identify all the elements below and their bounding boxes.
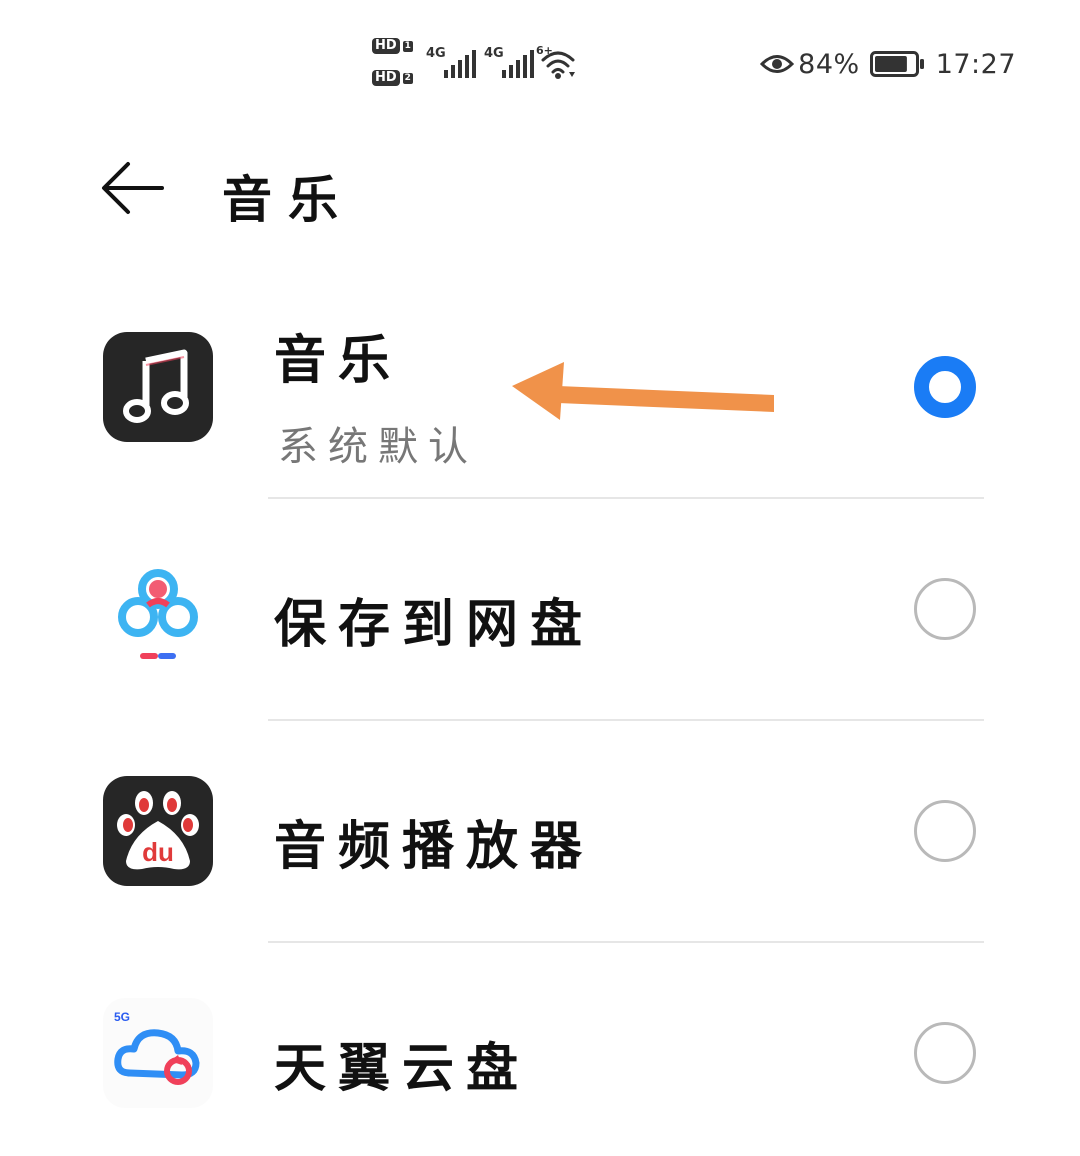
app-name: 音乐 — [274, 330, 403, 391]
app-option-tianyi-cloud[interactable]: 5G 天翼云盘 — [0, 942, 1080, 1156]
hd-badge-sim2: HD 2 — [372, 70, 413, 86]
status-right-group: 84% 17:27 — [760, 44, 1016, 84]
radio-unselected[interactable] — [914, 578, 976, 640]
app-chooser-screen: HD 1 HD 2 4G 4G 6+ 84% 17:27 音乐 音乐 系统默认 … — [0, 0, 1080, 1156]
clock: 17:27 — [935, 48, 1016, 80]
signal-icon-2 — [502, 50, 534, 78]
app-name: 天翼云盘 — [274, 1038, 531, 1099]
page-title: 音乐 — [222, 170, 354, 229]
signal-cluster: HD 1 HD 2 4G 4G 6+ — [372, 36, 582, 92]
annotation-arrow — [512, 362, 774, 420]
back-arrow-icon — [102, 162, 164, 214]
app-option-audio-player[interactable]: du 音频播放器 — [0, 720, 1080, 942]
eye-icon — [760, 55, 795, 73]
radio-unselected[interactable] — [914, 800, 976, 862]
radio-unselected[interactable] — [914, 1022, 976, 1084]
wifi-icon — [541, 51, 575, 79]
back-button[interactable] — [96, 150, 172, 226]
svg-text:5G: 5G — [114, 1010, 130, 1024]
hd-badge-sim1: HD 1 — [372, 38, 413, 54]
baidu-paw-icon: du — [103, 776, 213, 886]
battery-percent: 84% — [798, 48, 860, 80]
status-bar: HD 1 HD 2 4G 4G 6+ 84% 17:27 — [0, 0, 1080, 120]
app-name: 保存到网盘 — [274, 594, 595, 655]
app-subtitle: 系统默认 — [278, 424, 478, 470]
app-option-save-to-cloud[interactable]: 保存到网盘 — [0, 498, 1080, 720]
radio-selected[interactable] — [914, 356, 976, 418]
svg-text:du: du — [142, 837, 174, 867]
signal-icon — [444, 50, 476, 78]
music-note-icon — [103, 332, 213, 442]
app-name: 音频播放器 — [274, 816, 595, 877]
battery-icon — [869, 51, 924, 77]
tianyi-cloud-icon: 5G — [103, 998, 213, 1108]
cloud-drive-icon — [118, 569, 198, 659]
